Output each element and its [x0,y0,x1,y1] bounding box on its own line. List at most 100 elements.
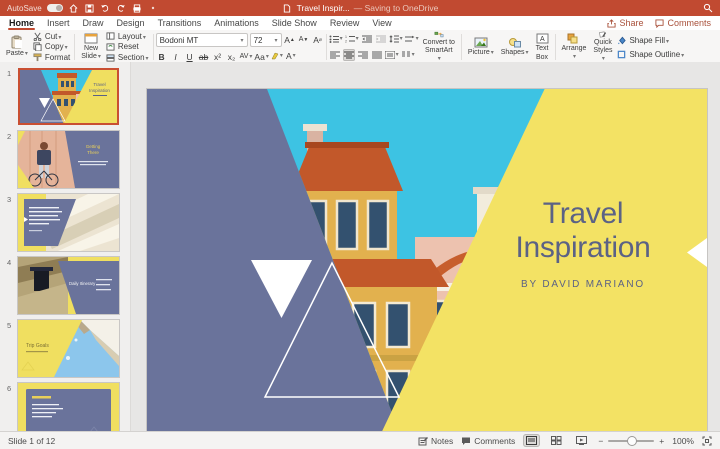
thumbnail-slide-3[interactable] [18,194,119,251]
new-slide-button[interactable]: New Slide [79,31,103,63]
align-text-button[interactable] [385,49,399,61]
copy-button[interactable]: Copy [33,42,70,52]
font-name-select[interactable]: Bodoni MT [156,33,248,47]
align-right-button[interactable] [357,49,369,61]
tab-animations[interactable]: Animations [214,16,259,30]
quick-styles-label-1: Quick [594,39,612,47]
line-spacing-button[interactable] [389,33,403,45]
slide-byline[interactable]: BY DAVID MARIANO [467,279,699,290]
decrease-indent-button[interactable] [361,33,373,45]
grow-font-button[interactable]: A▲ [284,34,296,46]
text-box-icon: A [536,33,549,44]
shapes-icon [508,37,522,48]
cut-button[interactable]: Cut [33,31,70,41]
print-icon[interactable] [132,3,143,14]
tab-view[interactable]: View [372,16,391,30]
increase-indent-button[interactable] [375,33,387,45]
slide-canvas: Travel Inspiration BY DAVID MARIANO [130,62,720,432]
slides-group: New Slide Layout Reset Section [77,31,150,63]
thumbnail-number-5: 5 [7,321,11,330]
paste-icon [10,35,23,49]
tab-draw[interactable]: Draw [83,16,104,30]
notes-label: Notes [431,436,453,446]
align-center-button[interactable] [343,49,355,61]
shapes-button[interactable]: Shapes [499,31,531,63]
comments-label: Comments [667,18,711,28]
clear-formatting-button[interactable]: A⌀ [312,34,324,46]
svg-text:2: 2 [345,40,347,44]
share-button[interactable]: Share [607,18,643,28]
tab-slide-show[interactable]: Slide Show [272,16,317,30]
notes-button[interactable]: Notes [418,436,453,446]
thumbnail-slide-1[interactable]: Travel Inspiration [18,68,119,125]
shape-outline-button[interactable]: Shape Outline [617,49,684,59]
clipboard-group: Paste Cut Copy Format [2,31,72,63]
quick-styles-button[interactable]: Quick Styles [591,31,614,63]
redo-icon[interactable] [116,3,127,14]
search-icon[interactable] [702,3,713,14]
autosave-toggle[interactable] [47,4,63,12]
bullets-button[interactable] [329,33,343,45]
more-commands-icon[interactable] [148,3,159,14]
thumbnail-1-title: Travel Inspiration [83,82,116,96]
tab-review[interactable]: Review [330,16,360,30]
fit-slide-to-window-button[interactable] [702,436,712,446]
picture-icon [474,37,488,48]
tab-insert[interactable]: Insert [47,16,70,30]
slide-indicator: Slide 1 of 12 [8,436,55,446]
thumbnail-slide-4[interactable]: Daily Itinerary [18,257,119,314]
ribbon: Paste Cut Copy Format [0,30,720,65]
font-size-select[interactable]: 72 [250,33,282,47]
paste-button[interactable]: Paste [4,31,30,63]
home-icon[interactable] [68,3,79,14]
tab-transitions[interactable]: Transitions [158,16,202,30]
text-direction-button[interactable] [405,33,419,45]
document-title[interactable]: Travel Inspir... [297,3,350,13]
shape-fill-button[interactable]: Shape Fill [617,35,684,45]
picture-label: Picture [468,49,494,58]
format-label: Format [45,53,70,62]
insert-group: Picture Shapes A Text Box [464,31,553,63]
numbering-button[interactable]: 12 [345,33,359,45]
statusbar-comments-button[interactable]: Comments [461,436,515,446]
thumbnail-2-title: Getting There [73,144,113,155]
convert-to-smartart-button[interactable]: Convert to SmartArt [421,31,457,63]
arrange-button[interactable]: Arrange [560,31,589,63]
quick-styles-icon [596,31,609,38]
tab-home[interactable]: Home [9,16,34,30]
arrange-label: Arrange [562,45,587,53]
zoom-level[interactable]: 100% [672,436,694,446]
arrange-icon [567,33,580,44]
current-slide[interactable]: Travel Inspiration BY DAVID MARIANO [147,89,707,431]
thumbnail-number-1: 1 [7,69,11,78]
save-icon[interactable] [84,3,95,14]
font-size-value: 72 [254,36,272,45]
thumbnail-slide-5[interactable]: Trip Goals [18,320,119,377]
text-box-button[interactable]: A Text Box [534,31,551,63]
zoom-slider-thumb[interactable] [628,437,636,445]
columns-button[interactable] [401,49,415,61]
zoom-in-button[interactable]: + [659,436,664,446]
undo-icon[interactable] [100,3,111,14]
comments-button[interactable]: Comments [655,18,711,28]
justify-button[interactable] [371,49,383,61]
zoom-slider[interactable] [608,440,654,442]
svg-text:1: 1 [345,35,347,39]
layout-button[interactable]: Layout [106,31,149,41]
slide-title-textbox[interactable]: Travel Inspiration BY DAVID MARIANO [467,197,699,290]
align-left-button[interactable] [329,49,341,61]
tab-design[interactable]: Design [117,16,145,30]
save-status: — Saving to OneDrive [354,3,439,13]
slideshow-view-button[interactable] [573,434,590,447]
thumbnail-slide-6[interactable] [18,383,119,432]
normal-view-button[interactable] [523,434,540,447]
zoom-out-button[interactable]: − [598,436,603,446]
shapes-label: Shapes [501,49,529,58]
slide-sorter-view-button[interactable] [548,434,565,447]
slide-title-line-1: Travel [467,197,699,231]
thumbnail-slide-2[interactable]: Getting There [18,131,119,188]
reset-button[interactable]: Reset [106,42,149,52]
picture-button[interactable]: Picture [466,31,496,63]
title-bar: AutoSave Travel Inspir... — Saving to On… [0,0,720,16]
shrink-font-button[interactable]: A▼ [298,34,310,46]
